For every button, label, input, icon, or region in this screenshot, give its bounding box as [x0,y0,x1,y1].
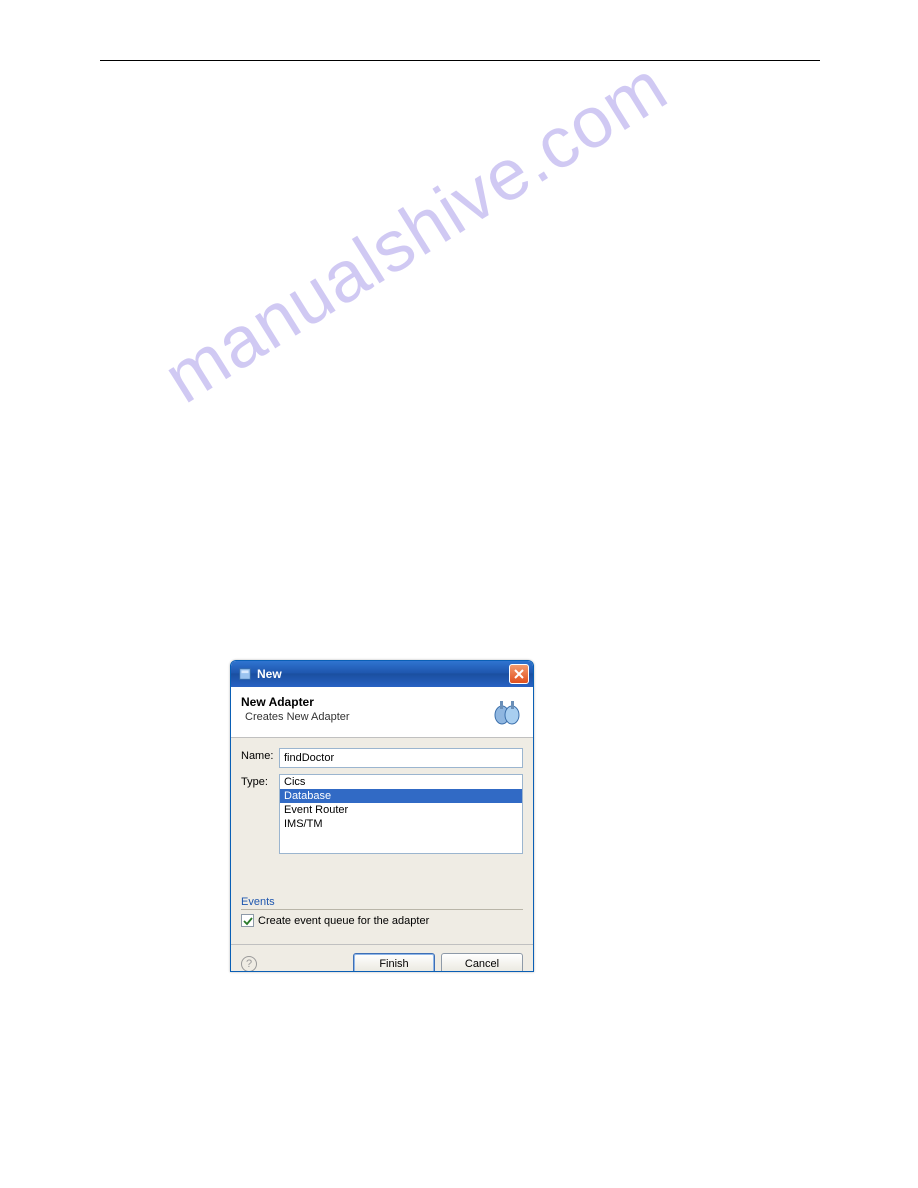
dialog-header-panel: New Adapter Creates New Adapter [231,687,533,738]
type-listbox[interactable]: Cics Database Event Router IMS/TM [279,774,523,854]
list-item[interactable]: IMS/TM [280,817,522,831]
name-field-row: Name: [241,748,523,768]
type-field-row: Type: Cics Database Event Router IMS/TM [241,774,523,854]
finish-button[interactable]: Finish [353,953,435,972]
dialog-titlebar[interactable]: New [231,661,533,687]
help-icon[interactable]: ? [241,956,257,972]
cancel-button[interactable]: Cancel [441,953,523,972]
close-button[interactable] [509,664,529,684]
create-queue-row: Create event queue for the adapter [241,914,523,927]
name-label: Name: [241,748,279,762]
events-section: Events Create event queue for the adapte… [231,896,533,944]
dialog-header-text: New Adapter Creates New Adapter [241,695,491,723]
adapter-icon [491,695,523,727]
dialog-title: New [257,667,509,681]
create-queue-checkbox[interactable] [241,914,254,927]
list-item[interactable]: Event Router [280,803,522,817]
dialog-header-description: Creates New Adapter [245,711,491,723]
dialog-window-icon [237,666,253,682]
button-panel: ? Finish Cancel [231,944,533,972]
name-input[interactable] [279,748,523,768]
events-section-title: Events [241,896,523,910]
create-queue-label: Create event queue for the adapter [258,915,429,927]
watermark-text: manualshive.com [150,45,681,419]
dialog-header-title: New Adapter [241,695,491,709]
type-label: Type: [241,774,279,788]
list-item[interactable]: Cics [280,775,522,789]
dialog-body: Name: Type: Cics Database Event Router I… [231,738,533,896]
list-item[interactable]: Database [280,789,522,803]
page-divider [100,60,820,61]
new-adapter-dialog: New New Adapter Creates New Adapter Name… [230,660,534,972]
